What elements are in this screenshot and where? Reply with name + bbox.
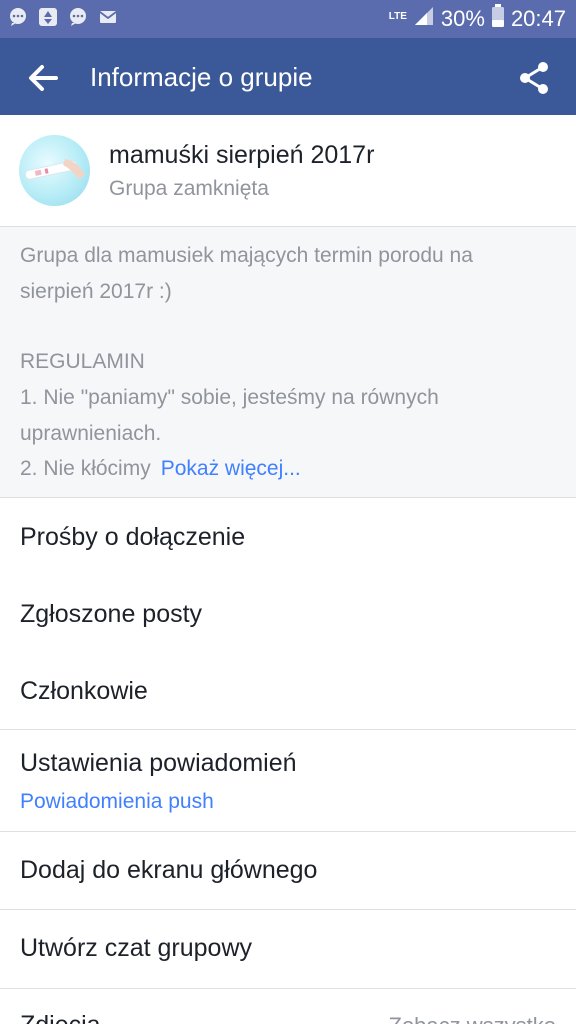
page-title: Informacje o grupie <box>90 62 313 92</box>
menu-item-members[interactable]: Członkowie <box>0 653 576 729</box>
show-more-link[interactable]: Pokaż więcej... <box>161 457 301 480</box>
menu-item-photos[interactable]: Zdjęcia Zobacz wszystko <box>0 989 576 1024</box>
menu-item-label: Zdjęcia <box>20 1011 101 1024</box>
group-description: Grupa dla mamusiek mających termin porod… <box>0 227 576 498</box>
description-line: Grupa dla mamusiek mających termin porod… <box>20 244 473 267</box>
menu-item-label: Zgłoszone posty <box>20 600 203 628</box>
chat-bubble-icon <box>8 7 28 27</box>
menu-item-label: Ustawienia powiadomień <box>20 749 297 777</box>
menu-item-join-requests[interactable]: Prośby o dołączenie <box>0 499 576 576</box>
rules-heading: REGULAMIN <box>20 350 145 373</box>
arrow-left-icon <box>24 65 60 100</box>
clock: 20:47 <box>510 6 566 31</box>
rule-line: 1. Nie "paniamy" sobie, jesteśmy na równ… <box>20 386 439 409</box>
group-name: mamuśki sierpień 2017r <box>109 141 375 169</box>
group-privacy: Grupa zamknięta <box>109 177 269 200</box>
system-status: LTE 30% 20:47 <box>389 4 566 34</box>
rule-line-last: 2. Nie kłócimy Pokaż więcej... <box>20 457 301 481</box>
share-button[interactable] <box>518 60 550 96</box>
menu-item-label: Członkowie <box>20 677 148 705</box>
see-all-link[interactable]: Zobacz wszystko <box>389 1013 557 1024</box>
menu-item-add-to-home[interactable]: Dodaj do ekranu głównego <box>0 832 576 909</box>
menu-item-create-group-chat[interactable]: Utwórz czat grupowy <box>0 910 576 988</box>
mail-icon <box>98 7 118 27</box>
description-line: sierpień 2017r :) <box>20 280 172 303</box>
battery-percent: 30% <box>440 6 485 31</box>
status-bar: LTE 30% 20:47 <box>0 0 576 38</box>
signal-icon <box>413 5 435 33</box>
menu-item-label: Dodaj do ekranu głównego <box>20 856 318 884</box>
battery-icon <box>491 4 505 34</box>
menu-item-label: Utwórz czat grupowy <box>20 934 253 962</box>
notification-icons <box>8 7 118 27</box>
group-avatar[interactable] <box>19 135 90 206</box>
menu-item-reported-posts[interactable]: Zgłoszone posty <box>0 576 576 653</box>
share-icon <box>518 62 550 100</box>
menu-item-label: Prośby o dołączenie <box>20 523 246 551</box>
chat-bubble-icon <box>68 7 88 27</box>
network-type: LTE <box>388 11 407 22</box>
recycle-icon <box>38 7 58 27</box>
menu-item-sublabel: Powiadomienia push <box>20 790 214 813</box>
group-header: mamuśki sierpień 2017r Grupa zamknięta <box>0 115 576 227</box>
back-button[interactable] <box>24 60 60 96</box>
rule-line: 2. Nie kłócimy <box>20 457 151 480</box>
app-bar: Informacje o grupie <box>0 38 576 115</box>
rule-line: uprawnieniach. <box>20 422 162 445</box>
menu-item-notification-settings[interactable]: Ustawienia powiadomień Powiadomienia pus… <box>0 730 576 831</box>
